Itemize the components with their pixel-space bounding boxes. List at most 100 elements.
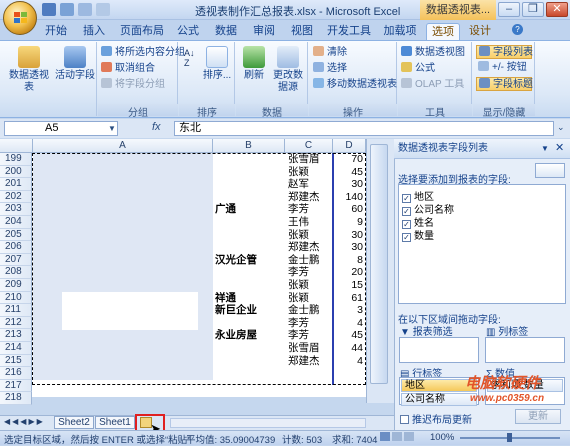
tab-home[interactable]: 开始 — [40, 23, 72, 40]
column-header-b[interactable]: B — [213, 139, 285, 153]
cell-name[interactable]: 李芳 — [288, 203, 309, 216]
row-header[interactable]: 214 — [0, 342, 32, 355]
row-item-company[interactable]: 公司名称 — [401, 393, 477, 406]
tab-design[interactable]: 设计 — [464, 23, 496, 40]
tab-insert[interactable]: 插入 — [78, 23, 110, 40]
refresh-button[interactable]: 刷新 — [239, 46, 269, 82]
sheet-tab-sheet2[interactable]: Sheet2 — [54, 416, 94, 429]
update-button[interactable]: 更新 — [515, 409, 561, 424]
cell-quantity[interactable]: 44 — [334, 342, 363, 355]
undo-icon[interactable] — [60, 3, 74, 16]
select-all-corner[interactable] — [0, 139, 33, 153]
column-header-c[interactable]: C — [285, 139, 333, 153]
cell-quantity[interactable]: 9 — [334, 216, 363, 229]
customize-qat-icon[interactable] — [96, 3, 110, 16]
cell-name[interactable]: 张颖 — [288, 279, 309, 292]
close-button[interactable]: ✕ — [546, 2, 568, 17]
pane-close-icon[interactable]: ✕ — [555, 141, 564, 154]
column-header-d[interactable]: D — [333, 139, 366, 153]
cell-a[interactable] — [33, 228, 213, 242]
row-header[interactable]: 199 — [0, 153, 32, 166]
cell-name[interactable]: 金士鹏 — [288, 304, 320, 317]
row-header[interactable]: 200 — [0, 165, 32, 179]
cell-name[interactable]: 王伟 — [288, 216, 309, 229]
olap-tools-button[interactable]: OLAP 工具 — [401, 78, 464, 92]
group-field-button[interactable]: 将字段分组 — [101, 78, 165, 92]
cell-company[interactable]: 祥通 — [215, 292, 236, 305]
plus-minus-buttons-toggle[interactable]: +/- 按钮 — [476, 61, 532, 75]
cell-quantity[interactable]: 4 — [334, 355, 363, 368]
cell-a[interactable] — [33, 367, 213, 380]
cell-a[interactable] — [33, 253, 213, 267]
row-header[interactable]: 205 — [0, 228, 32, 242]
help-icon[interactable]: ? — [512, 24, 523, 35]
cell-quantity[interactable]: 45 — [334, 329, 363, 342]
cell-name[interactable]: 张雪眉 — [288, 153, 320, 166]
cell-company[interactable]: 广通 — [215, 203, 236, 216]
field-checkbox[interactable]: ✓ — [402, 233, 411, 242]
cell-quantity[interactable]: 30 — [334, 241, 363, 254]
save-icon[interactable] — [42, 3, 56, 16]
cell-a[interactable] — [33, 153, 213, 166]
sort-button[interactable]: 排序... — [202, 46, 232, 82]
pivot-chart-button[interactable]: 数据透视图 — [401, 46, 465, 60]
cell-quantity[interactable]: 8 — [334, 254, 363, 267]
row-header[interactable]: 207 — [0, 253, 32, 267]
defer-checkbox-box[interactable] — [400, 415, 409, 424]
cell-quantity[interactable]: 3 — [334, 304, 363, 317]
cell-quantity[interactable]: 30 — [334, 229, 363, 242]
column-labels-area[interactable] — [485, 337, 565, 363]
cell-a[interactable] — [33, 342, 213, 355]
field-item[interactable]: ✓ 数量 — [402, 227, 434, 242]
layout-options-button[interactable] — [535, 163, 565, 178]
pane-dropdown-icon[interactable]: ▼ — [541, 144, 549, 153]
office-button[interactable] — [3, 1, 37, 35]
cell-a[interactable] — [33, 241, 213, 254]
formula-input[interactable]: 东北 — [174, 121, 554, 136]
sheet-nav-icon[interactable]: ◀◀◀▶▶ — [4, 417, 45, 426]
view-buttons[interactable] — [380, 432, 420, 443]
cell-name[interactable]: 金士鹏 — [288, 254, 320, 267]
cell-a[interactable] — [33, 165, 213, 179]
tab-options[interactable]: 选项 — [426, 23, 460, 40]
row-header[interactable]: 215 — [0, 354, 32, 368]
cell-quantity[interactable]: 61 — [334, 292, 363, 305]
column-header-a[interactable]: A — [33, 139, 213, 153]
row-header[interactable]: 202 — [0, 190, 32, 204]
tab-addins[interactable]: 加载项 — [380, 23, 420, 40]
cell-quantity[interactable]: 70 — [334, 153, 363, 166]
cell-quantity[interactable]: 60 — [334, 203, 363, 216]
change-source-button[interactable]: 更改数据源 — [270, 46, 306, 94]
minimize-button[interactable]: – — [498, 2, 520, 17]
row-header[interactable]: 211 — [0, 304, 32, 317]
name-box[interactable]: A5 — [4, 121, 118, 136]
horizontal-scrollbar[interactable] — [170, 418, 366, 428]
zoom-slider-thumb[interactable] — [507, 433, 512, 442]
field-headers-toggle[interactable]: 字段标题 — [476, 77, 533, 91]
row-header[interactable]: 201 — [0, 178, 32, 191]
tab-formulas[interactable]: 公式 — [172, 23, 204, 40]
cell-a[interactable] — [33, 190, 213, 204]
cell-name[interactable]: 李芳 — [288, 317, 309, 330]
cell-quantity[interactable]: 15 — [334, 279, 363, 292]
defer-update-checkbox[interactable]: 推迟布局更新 — [400, 411, 472, 426]
cell-name[interactable]: 张雪眉 — [288, 342, 320, 355]
restore-button[interactable]: ❐ — [522, 2, 544, 17]
name-box-dropdown-icon[interactable]: ▼ — [108, 124, 116, 133]
tab-page-layout[interactable]: 页面布局 — [116, 23, 168, 40]
page-break-view-icon[interactable] — [404, 432, 414, 441]
cell-name[interactable]: 李芳 — [288, 329, 309, 342]
vertical-scroll-thumb[interactable] — [370, 144, 388, 384]
cell-quantity[interactable]: 140 — [334, 191, 363, 204]
cell-quantity[interactable]: 30 — [334, 178, 363, 191]
select-button[interactable]: 选择 — [313, 62, 347, 76]
row-header[interactable]: 208 — [0, 266, 32, 279]
sheet-tab-sheet1[interactable]: Sheet1 — [95, 416, 135, 429]
cell-name[interactable]: 郑建杰 — [288, 241, 320, 254]
cell-name[interactable]: 张颖 — [288, 292, 309, 305]
cell-quantity[interactable] — [334, 367, 363, 380]
group-selection-button[interactable]: 将所选内容分组 — [101, 46, 185, 60]
tab-developer[interactable]: 开发工具 — [324, 23, 374, 40]
normal-view-icon[interactable] — [380, 432, 390, 441]
row-header[interactable]: 209 — [0, 279, 32, 292]
